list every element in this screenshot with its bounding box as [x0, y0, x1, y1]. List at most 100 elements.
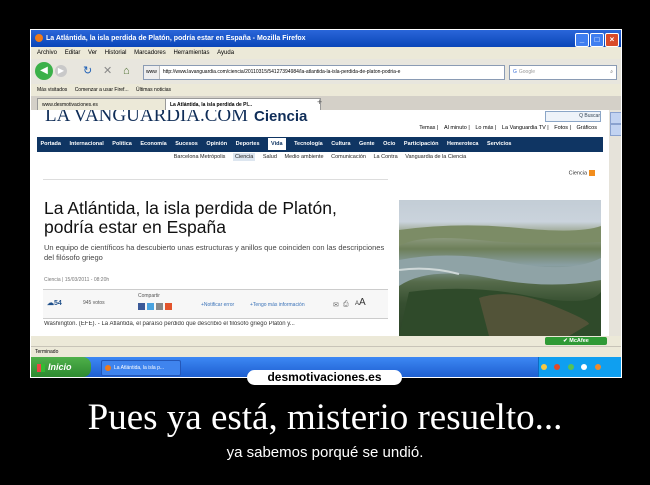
menu-historial[interactable]: Historial [105, 50, 127, 56]
print-icon[interactable]: ⎙ [343, 301, 349, 309]
font-size-control[interactable]: AA [355, 297, 366, 308]
subnav-vanguardia-ciencia[interactable]: Vanguardia de la Ciencia [405, 154, 466, 160]
tray-icon-1[interactable] [541, 364, 547, 370]
menu-editar[interactable]: Editar [65, 50, 81, 56]
menu-marcadores[interactable]: Marcadores [134, 50, 166, 56]
nav-economia[interactable]: Economía [140, 141, 166, 147]
nav-ocio[interactable]: Ocio [383, 141, 395, 147]
tray-icon-5[interactable] [594, 364, 601, 370]
twitter-icon[interactable] [147, 303, 154, 310]
article-body: Washington. (EFE). - La Atlántida, el pa… [44, 321, 295, 327]
share-icon[interactable] [156, 303, 163, 310]
share-label: Compartir [138, 293, 160, 299]
bookmarks-bar: Más visitados Comenzar a usar Firef... Ú… [31, 84, 621, 96]
util-al-minuto[interactable]: Al minuto [444, 125, 467, 131]
util-lo-mas[interactable]: Lo más [475, 125, 493, 131]
minimize-icon[interactable]: _ [575, 33, 589, 47]
bookmark-ultimas-noticias[interactable]: Últimas noticias [136, 87, 171, 93]
nav-portada[interactable]: Portada [41, 141, 61, 147]
sub-nav: Barcelona Metrópolis Ciencia Salud Medio… [31, 153, 609, 161]
plus-icon[interactable] [165, 303, 172, 310]
tray-icon-3[interactable] [567, 364, 574, 370]
vertical-scrollbar[interactable] [609, 110, 621, 336]
nav-tecnologia[interactable]: Tecnología [294, 141, 323, 147]
maximize-icon[interactable]: □ [590, 33, 604, 47]
main-nav: Portada Internacional Política Economía … [37, 137, 603, 152]
site-search-button[interactable]: Q Buscar [545, 111, 601, 122]
menu-ver[interactable]: Ver [88, 50, 97, 56]
forward-button[interactable]: ▶ [55, 65, 67, 77]
util-graficos[interactable]: Gráficos [577, 125, 597, 131]
nav-deportes[interactable]: Deportes [236, 141, 260, 147]
comment-count[interactable]: ☁54 [47, 299, 62, 307]
nav-participacion[interactable]: Participación [404, 141, 439, 147]
scroll-thumb[interactable] [610, 124, 621, 136]
bookmark-comenzar[interactable]: Comenzar a usar Firef... [75, 87, 129, 93]
subnav-salud[interactable]: Salud [263, 154, 277, 160]
tab-bar: www.desmotivaciones.es La Atlántida, la … [31, 96, 621, 111]
article-photo[interactable] [399, 200, 601, 336]
nav-hemeroteca[interactable]: Hemeroteca [447, 141, 479, 147]
util-lv-tv[interactable]: La Vanguardia TV [502, 125, 546, 131]
menu-ayuda[interactable]: Ayuda [217, 50, 234, 56]
subnav-la-contra[interactable]: La Contra [374, 154, 398, 160]
rss-label: Ciencia [568, 170, 587, 177]
nav-politica[interactable]: Política [112, 141, 132, 147]
nav-servicios[interactable]: Servicios [487, 141, 511, 147]
url-text: http://www.lavanguardia.com/ciencia/2011… [162, 69, 401, 75]
mcafee-badge[interactable]: ✔ McAfee [545, 337, 607, 345]
site-logo[interactable]: LA VANGUARDIA.COM Ciencia [45, 110, 307, 127]
subnav-medio-ambiente[interactable]: Medio ambiente [284, 154, 323, 160]
search-icon[interactable]: ⌕ [610, 66, 613, 79]
email-icon[interactable]: ✉ [333, 301, 339, 309]
search-input[interactable]: G Google ⌕ [509, 65, 617, 80]
system-tray [538, 357, 621, 377]
new-tab-button[interactable]: + [317, 97, 322, 107]
nav-vida[interactable]: Vida [268, 138, 286, 150]
watermark: desmotivaciones.es [247, 370, 402, 385]
taskbar-firefox-item[interactable]: La Atlántida, la isla p... [101, 360, 181, 376]
util-fotos[interactable]: Fotos [554, 125, 568, 131]
menu-herramientas[interactable]: Herramientas [173, 50, 209, 56]
facebook-icon[interactable] [138, 303, 145, 310]
more-info-link[interactable]: +Tengo más información [250, 302, 305, 308]
home-icon[interactable]: ⌂ [123, 65, 130, 77]
nav-gente[interactable]: Gente [359, 141, 375, 147]
report-error-link[interactable]: +Notificar error [201, 302, 234, 308]
nav-opinion[interactable]: Opinión [206, 141, 227, 147]
section-title: Ciencia [254, 110, 308, 125]
stop-icon[interactable]: ✕ [103, 65, 112, 77]
nav-sucesos[interactable]: Sucesos [175, 141, 198, 147]
article-headline: La Atlántida, la isla perdida de Platón,… [44, 198, 337, 237]
share-icons [138, 303, 174, 310]
status-text: Terminado [35, 349, 59, 355]
divider [43, 179, 388, 180]
search-placeholder: Google [518, 69, 536, 75]
google-icon: G [513, 69, 517, 75]
poster-subtitle: ya sabemos porqué se undió. [226, 444, 424, 461]
addon-bar: ✔ McAfee [31, 336, 621, 346]
util-temas[interactable]: Temas [419, 125, 435, 131]
site-identity: www [144, 66, 160, 79]
url-bar[interactable]: www http://www.lavanguardia.com/ciencia/2… [143, 65, 505, 80]
close-icon[interactable]: × [605, 33, 619, 47]
back-button[interactable]: ◀ [35, 62, 53, 80]
subnav-barcelona[interactable]: Barcelona Metrópolis [174, 154, 226, 160]
tray-icon-2[interactable] [554, 364, 561, 370]
nav-cultura[interactable]: Cultura [331, 141, 350, 147]
nav-internacional[interactable]: Internacional [70, 141, 104, 147]
scroll-up-arrow[interactable] [610, 112, 621, 124]
start-button[interactable]: Inicio [31, 357, 91, 377]
menu-archivo[interactable]: Archivo [37, 50, 57, 56]
subnav-ciencia[interactable]: Ciencia [232, 153, 256, 161]
bookmark-mas-visitados[interactable]: Más visitados [37, 87, 67, 93]
windows-logo-icon [37, 363, 45, 372]
reload-icon[interactable]: ↻ [83, 65, 92, 77]
rss-link[interactable]: Ciencia [569, 170, 595, 176]
tray-icon-4[interactable] [581, 364, 588, 370]
subnav-comunicacion[interactable]: Comunicación [331, 154, 366, 160]
article-byline: Ciencia | 15/03/2011 - 08:20h [44, 277, 110, 283]
menu-bar: Archivo Editar Ver Historial Marcadores … [31, 47, 621, 59]
status-bar: Terminado [31, 346, 621, 357]
browser-screenshot-frame: La Atlántida, la isla perdida de Platón,… [30, 29, 622, 378]
